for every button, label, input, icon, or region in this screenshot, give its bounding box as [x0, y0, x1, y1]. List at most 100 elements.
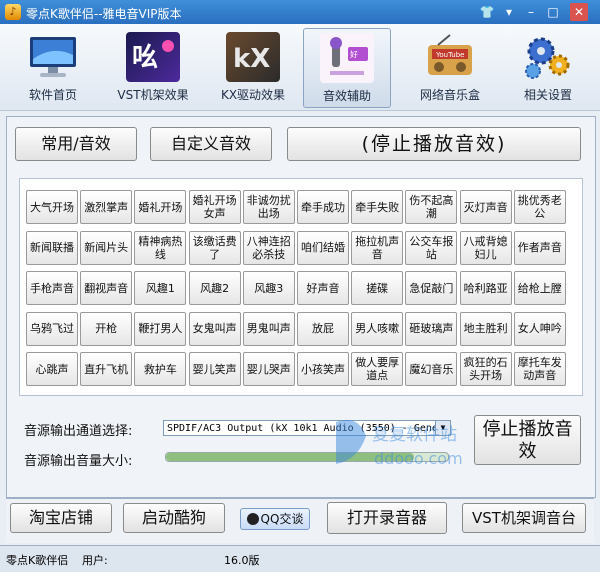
effect-button[interactable]: 放屁 [297, 311, 349, 346]
effect-button[interactable]: 直升飞机 [80, 352, 133, 386]
effect-button[interactable]: 女鬼叫声 [188, 311, 241, 346]
vst-icon: 吆 [126, 32, 180, 82]
tool-kx[interactable]: kX KX驱动效果 [210, 28, 296, 106]
effect-button[interactable]: 婚礼开场 [134, 190, 187, 224]
effect-button[interactable]: 小孩笑声 [297, 352, 349, 386]
effect-button[interactable]: 砸玻璃声 [405, 311, 458, 346]
effect-button[interactable]: 女人呻吟 [513, 311, 566, 346]
effect-button[interactable]: 风趣1 [134, 271, 187, 305]
tool-vst-label: VST机架效果 [117, 88, 189, 102]
status-bar: 零点K歌伴侣 用户: 16.0版 [0, 545, 600, 572]
effect-button[interactable]: 疯狂的石头开场 [459, 352, 512, 386]
effect-button[interactable]: 乌鸦飞过 [26, 311, 78, 346]
close-icon[interactable]: ✕ [570, 3, 588, 21]
qq-chat-button[interactable]: QQ交谈 [240, 508, 310, 530]
kx-icon: kX [226, 32, 280, 82]
stop-playback-button[interactable]: 停止播放音效 [474, 415, 581, 465]
qq-icon [246, 513, 259, 525]
vst-mixer-button[interactable]: VST机架调音台 [462, 503, 586, 533]
effect-button[interactable]: 翻视声音 [80, 271, 133, 305]
status-user-label: 用户: [82, 554, 108, 567]
effect-button[interactable]: 婴儿笑声 [188, 352, 241, 386]
title-bar: ♪ 零点K歌伴侣--雅电音VIP版本 👕 ▾ – □ ✕ [0, 0, 600, 24]
maximize-icon[interactable]: □ [544, 3, 562, 21]
radio-icon: YouTube [423, 32, 477, 82]
tool-home-label: 软件首页 [28, 88, 77, 102]
tool-home[interactable]: 软件首页 [10, 28, 96, 106]
main-toolbar: 软件首页 吆 VST机架效果 kX KX驱动效果 好 音效辅助 YouTube … [0, 24, 600, 111]
effect-button[interactable]: 精神病热线 [134, 230, 187, 265]
effect-button[interactable]: 灭灯声音 [459, 190, 512, 224]
effect-button[interactable]: 开枪 [80, 311, 133, 346]
effect-button[interactable]: 好声音 [297, 271, 349, 305]
effect-button[interactable]: 男鬼叫声 [242, 311, 295, 346]
status-version: 16.0版 [224, 554, 260, 567]
watermark-cn: 复复软件站 [372, 425, 457, 445]
effect-button[interactable]: 魔幻音乐 [405, 352, 458, 386]
effect-button[interactable]: 救护车 [134, 352, 187, 386]
effect-button[interactable]: 风趣2 [188, 271, 241, 305]
effect-button[interactable]: 激烈掌声 [80, 190, 133, 224]
effect-button[interactable]: 新闻片头 [80, 230, 133, 265]
effect-button[interactable]: 婴儿哭声 [242, 352, 295, 386]
window-title: 零点K歌伴侣--雅电音VIP版本 [26, 7, 182, 21]
effect-button[interactable]: 八戒背媳妇儿 [459, 230, 512, 265]
tool-music-box-label: 网络音乐盒 [419, 88, 480, 102]
effect-button[interactable]: 搓碟 [351, 271, 404, 305]
microphone-icon: 好 [320, 33, 374, 83]
minimize-icon[interactable]: – [522, 3, 540, 21]
effect-button[interactable]: 急促敲门 [405, 271, 458, 305]
effect-button[interactable]: 咱们结婚 [297, 230, 349, 265]
effect-button[interactable]: 婚礼开场女声 [188, 190, 241, 224]
effect-button[interactable]: 做人要厚道点 [351, 352, 404, 386]
effect-button[interactable]: 非诚勿扰出场 [242, 190, 295, 224]
effect-button[interactable]: 拖拉机声音 [351, 230, 404, 265]
effect-button[interactable]: 公交车报站 [405, 230, 458, 265]
effect-button[interactable]: 牵手失败 [351, 190, 404, 224]
tool-settings[interactable]: 相关设置 [505, 28, 591, 106]
effect-button[interactable]: 大气开场 [26, 190, 78, 224]
effect-button[interactable]: 风趣3 [242, 271, 295, 305]
tool-sound-assist-label: 音效辅助 [322, 89, 371, 103]
tab-common-effects[interactable]: 常用/音效 [15, 127, 137, 161]
launch-kugou-button[interactable]: 启动酷狗 [123, 503, 225, 533]
svg-text:好: 好 [350, 49, 358, 59]
watermark: 复复软件站 ddooo.com [328, 410, 468, 480]
effect-button[interactable]: 作者声音 [513, 230, 566, 265]
effect-button[interactable]: 地主胜利 [459, 311, 512, 346]
tool-sound-assist[interactable]: 好 音效辅助 [303, 28, 391, 108]
menu-icon[interactable]: ▾ [500, 3, 518, 21]
tool-kx-label: KX驱动效果 [220, 88, 286, 102]
effect-button[interactable]: 该缴话费了 [188, 230, 241, 265]
qq-chat-label: QQ交谈 [260, 512, 304, 526]
svg-text:吆: 吆 [132, 42, 158, 73]
status-app-name: 零点K歌伴侣 [6, 554, 69, 567]
open-recorder-button[interactable]: 打开录音器 [327, 502, 447, 534]
effect-button[interactable]: 新闻联播 [26, 230, 78, 265]
svg-text:kX: kX [233, 44, 270, 74]
skin-icon[interactable]: 👕 [478, 3, 496, 21]
effect-button[interactable]: 挑优秀老公 [513, 190, 566, 224]
effect-button[interactable]: 鞭打男人 [134, 311, 187, 346]
tool-vst[interactable]: 吆 VST机架效果 [110, 28, 196, 106]
effect-button[interactable]: 给枪上膛 [513, 271, 566, 305]
tab-custom-effects[interactable]: 自定义音效 [150, 127, 272, 161]
effect-button[interactable]: 哈利路亚 [459, 271, 512, 305]
monitor-icon [26, 32, 80, 82]
channel-label: 音源输出通道选择: [24, 424, 133, 439]
effect-button[interactable]: 牵手成功 [297, 190, 349, 224]
effect-button[interactable]: 手枪声音 [26, 271, 78, 305]
tool-settings-label: 相关设置 [523, 88, 572, 102]
effect-button[interactable]: 男人咳嗽 [351, 311, 404, 346]
stop-all-effects-button[interactable]: (停止播放音效) [287, 127, 581, 161]
watermark-url: ddooo.com [374, 449, 463, 468]
effect-button[interactable]: 摩托车发动声音 [513, 352, 566, 386]
gears-icon [521, 32, 575, 82]
effect-button[interactable]: 八神连招必杀技 [242, 230, 295, 265]
tool-music-box[interactable]: YouTube 网络音乐盒 [407, 28, 493, 106]
effect-button[interactable]: 伤不起高潮 [405, 190, 458, 224]
effect-button[interactable]: 心跳声 [26, 352, 78, 386]
taobao-shop-button[interactable]: 淘宝店铺 [10, 503, 112, 533]
volume-label: 音源输出音量大小: [24, 454, 133, 469]
app-icon: ♪ [5, 4, 21, 20]
